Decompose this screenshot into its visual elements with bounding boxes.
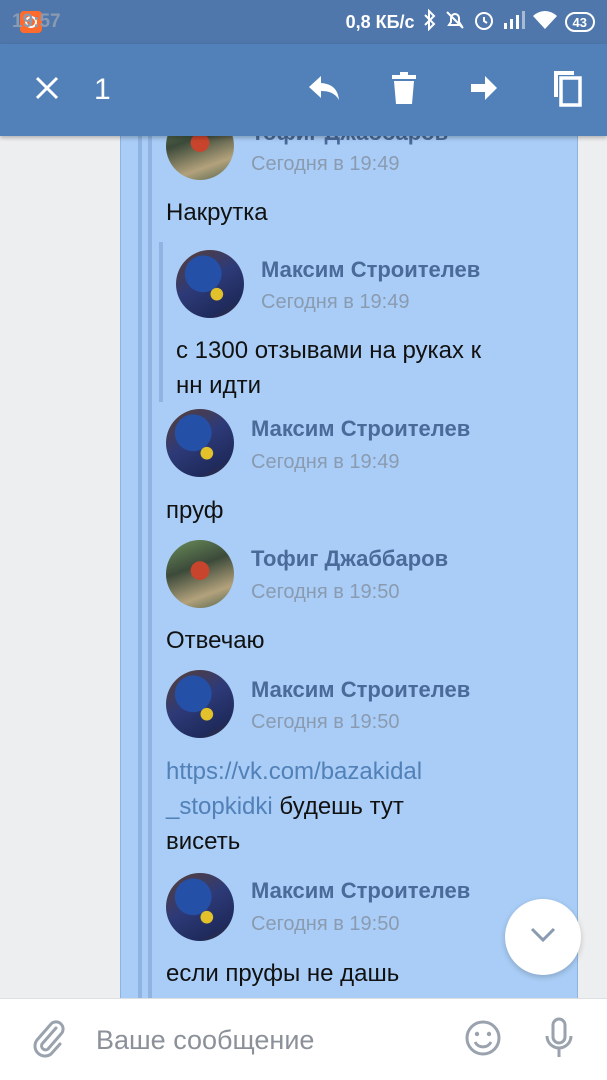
smile-icon bbox=[464, 1019, 502, 1062]
message-text: будешь тут bbox=[272, 793, 404, 820]
forward-button[interactable] bbox=[454, 44, 514, 136]
avatar[interactable] bbox=[166, 409, 234, 477]
forward-line-inner bbox=[148, 136, 152, 998]
message-time: Сегодня в 19:50 bbox=[251, 581, 400, 603]
copy-button[interactable] bbox=[534, 44, 596, 136]
message-text-line: _stopkidki будешь тут bbox=[166, 789, 404, 824]
avatar[interactable] bbox=[166, 540, 234, 608]
chat-area[interactable]: Тофиг Джаббаров Сегодня в 19:49 Накрутка… bbox=[0, 136, 607, 998]
mic-icon bbox=[544, 1017, 574, 1064]
message-text: если пруфы не дашь bbox=[166, 960, 400, 987]
sender-name[interactable]: Тофиг Джаббаров bbox=[251, 546, 448, 572]
message-text: Отвечаю bbox=[166, 627, 265, 654]
selected-count: 1 bbox=[94, 73, 111, 106]
close-icon bbox=[34, 75, 60, 106]
avatar[interactable] bbox=[166, 670, 234, 738]
status-bar: 19:57 0,8 КБ/с 43 bbox=[0, 0, 607, 44]
battery-indicator: 43 bbox=[564, 12, 595, 32]
sender-name[interactable]: Максим Строителев bbox=[251, 677, 470, 703]
forward-icon bbox=[469, 74, 499, 107]
signal-icon bbox=[503, 10, 525, 34]
message-link[interactable]: https://vk.com/bazakidal bbox=[166, 754, 422, 789]
status-time: 19:57 bbox=[12, 11, 61, 32]
alarm-icon bbox=[473, 9, 495, 36]
forward-line-outer bbox=[138, 136, 142, 998]
close-selection-button[interactable] bbox=[16, 44, 78, 136]
selection-action-bar: 1 bbox=[0, 44, 607, 136]
sender-name[interactable]: Тофиг Джаббаров bbox=[251, 136, 448, 146]
emoji-button[interactable] bbox=[461, 999, 505, 1080]
message-text: висеть bbox=[166, 828, 241, 855]
wifi-icon bbox=[532, 10, 557, 34]
mute-icon bbox=[445, 9, 465, 36]
sender-name[interactable]: Максим Строителев bbox=[261, 257, 480, 283]
network-speed: 0,8 КБ/с bbox=[345, 11, 415, 32]
trash-icon bbox=[391, 71, 417, 109]
voice-button[interactable] bbox=[537, 999, 581, 1080]
message-time: Сегодня в 19:49 bbox=[251, 451, 400, 473]
bluetooth-icon bbox=[423, 8, 437, 36]
copy-icon bbox=[548, 69, 582, 112]
message-text: нн идти bbox=[176, 372, 261, 399]
message-text: Накрутка bbox=[166, 199, 268, 226]
message-text: пруф bbox=[166, 497, 224, 524]
message-text: с 1300 отзывами на руках к bbox=[176, 337, 482, 364]
sender-name[interactable]: Максим Строителев bbox=[251, 878, 470, 904]
sender-name[interactable]: Максим Строителев bbox=[251, 416, 470, 442]
reply-button[interactable] bbox=[294, 44, 354, 136]
message-composer: Ваше сообщение bbox=[0, 998, 607, 1080]
avatar[interactable] bbox=[176, 250, 244, 318]
message-input[interactable]: Ваше сообщение bbox=[96, 999, 314, 1080]
message-time: Сегодня в 19:49 bbox=[251, 153, 400, 175]
message-time: Сегодня в 19:49 bbox=[261, 291, 410, 313]
avatar[interactable] bbox=[166, 873, 234, 941]
delete-button[interactable] bbox=[374, 44, 434, 136]
scroll-down-button[interactable] bbox=[505, 899, 581, 975]
attach-button[interactable] bbox=[26, 999, 70, 1080]
message-link[interactable]: _stopkidki bbox=[166, 793, 273, 820]
reply-icon bbox=[307, 74, 341, 107]
attach-icon bbox=[30, 1018, 66, 1063]
nested-forward-line bbox=[159, 242, 163, 402]
chevron-down-icon bbox=[530, 927, 556, 948]
message-time: Сегодня в 19:50 bbox=[251, 711, 400, 733]
message-time: Сегодня в 19:50 bbox=[251, 913, 400, 935]
